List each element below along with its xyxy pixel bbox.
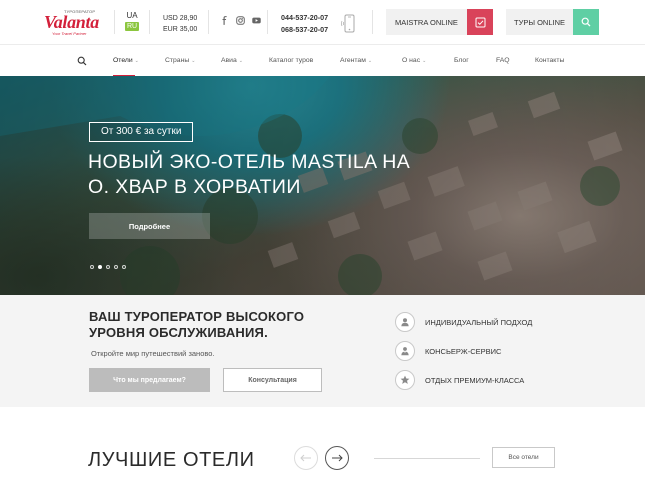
prev-arrow-button[interactable] xyxy=(294,446,318,470)
next-arrow-button[interactable] xyxy=(325,446,349,470)
youtube-icon[interactable] xyxy=(252,16,261,25)
services-subtitle: Откройте мир путешествий заново. xyxy=(91,349,215,358)
best-hotels-title: ЛУЧШИЕ ОТЕЛИ xyxy=(88,449,255,471)
rate-usd: USD 28,90 xyxy=(163,15,198,22)
hero-more-button[interactable]: Подробнее xyxy=(89,213,210,239)
slider-dot[interactable] xyxy=(114,265,118,269)
nav-item-hotels[interactable]: Отели ⌄ xyxy=(113,57,139,64)
tours-online-button[interactable]: ТУРЫ ONLINE xyxy=(506,9,599,35)
nav-item-avia[interactable]: Авиа ⌄ xyxy=(221,57,243,64)
divider xyxy=(114,10,115,34)
language-switcher: UA RU xyxy=(125,11,139,31)
hero-price-badge: От 300 € за сутки xyxy=(89,122,194,142)
search-icon[interactable] xyxy=(77,56,87,66)
star-icon xyxy=(395,370,415,390)
divider xyxy=(267,10,268,34)
phone-icon[interactable] xyxy=(341,14,357,34)
nav-item-countries[interactable]: Страны ⌄ xyxy=(165,57,195,64)
nav-item-about[interactable]: О нас ⌄ xyxy=(402,57,426,64)
all-hotels-button[interactable]: Все отели xyxy=(492,447,555,468)
facebook-icon[interactable] xyxy=(220,16,229,25)
checkmark-icon xyxy=(467,9,493,35)
divider xyxy=(372,10,373,34)
maistra-online-button[interactable]: MAISTRA ONLINE xyxy=(386,9,493,35)
hero-title: НОВЫЙ ЭКО-ОТЕЛЬ MASTILA НА О. ХВАР В ХОР… xyxy=(88,151,411,198)
nav-item-blog[interactable]: Блог xyxy=(454,57,469,64)
nav-item-tour-catalog[interactable]: Каталог туров xyxy=(269,57,313,64)
maistra-online-label: MAISTRA ONLINE xyxy=(395,17,458,27)
what-we-offer-button[interactable]: Что мы предлагаем? xyxy=(89,368,210,392)
phone-numbers: 044-537-20-07 068-537-20-07 xyxy=(281,12,328,36)
services-section: ВАШ ТУРОПЕРАТОР ВЫСОКОГО УРОВНЯ ОБСЛУЖИВ… xyxy=(0,295,645,407)
nav-item-faq[interactable]: FAQ xyxy=(496,57,510,64)
divider-line xyxy=(374,458,480,459)
slider-dot[interactable] xyxy=(122,265,126,269)
nav-item-contacts[interactable]: Контакты xyxy=(535,57,564,64)
hero-slider[interactable]: От 300 € за сутки НОВЫЙ ЭКО-ОТЕЛЬ MASTIL… xyxy=(0,76,645,295)
arrow-right-icon xyxy=(332,454,343,462)
instagram-icon[interactable] xyxy=(236,16,245,25)
slider-dot[interactable] xyxy=(90,265,94,269)
person-icon xyxy=(395,312,415,332)
main-navigation: Отели ⌄ Страны ⌄ Авиа ⌄ Каталог туров Агент… xyxy=(0,44,645,77)
tours-online-label: ТУРЫ ONLINE xyxy=(514,17,565,27)
divider xyxy=(149,10,150,34)
lang-ru-link[interactable]: RU xyxy=(125,22,139,31)
phone-link[interactable]: 068-537-20-07 xyxy=(281,24,328,36)
top-header: ТУРОПЕРАТОР Valanta Your Travel Partner … xyxy=(0,0,645,44)
arrow-left-icon xyxy=(300,454,311,462)
feature-label: ИНДИВИДУАЛЬНЫЙ ПОДХОД xyxy=(425,317,533,327)
feature-label: КОНСЬЕРЖ-СЕРВИС xyxy=(425,346,502,356)
consultation-button[interactable]: Консультация xyxy=(223,368,322,392)
feature-item: ОТДЫХ ПРЕМИУМ-КЛАССА xyxy=(395,370,524,390)
currency-rates: USD 28,90 EUR 35,00 xyxy=(163,13,197,35)
nav-item-agents[interactable]: Агентам ⌄ xyxy=(340,57,372,64)
slider-dot[interactable] xyxy=(106,265,110,269)
phone-link[interactable]: 044-537-20-07 xyxy=(281,12,328,24)
feature-item: КОНСЬЕРЖ-СЕРВИС xyxy=(395,341,501,361)
services-title: ВАШ ТУРОПЕРАТОР ВЫСОКОГО УРОВНЯ ОБСЛУЖИВ… xyxy=(89,309,305,340)
social-links xyxy=(220,16,261,25)
feature-item: ИНДИВИДУАЛЬНЫЙ ПОДХОД xyxy=(395,312,532,332)
rate-eur: EUR 35,00 xyxy=(163,26,198,33)
slider-pagination xyxy=(90,265,126,269)
logo[interactable]: ТУРОПЕРАТОР Valanta Your Travel Partner xyxy=(44,9,106,37)
feature-label: ОТДЫХ ПРЕМИУМ-КЛАССА xyxy=(425,375,525,385)
lang-ua-link[interactable]: UA xyxy=(125,11,139,20)
divider xyxy=(208,10,209,34)
search-icon xyxy=(573,9,599,35)
concierge-icon xyxy=(395,341,415,361)
logo-tagline-bottom: Your Travel Partner xyxy=(52,31,87,36)
logo-wordmark: Valanta xyxy=(44,12,99,32)
slider-dot-active[interactable] xyxy=(98,265,102,269)
